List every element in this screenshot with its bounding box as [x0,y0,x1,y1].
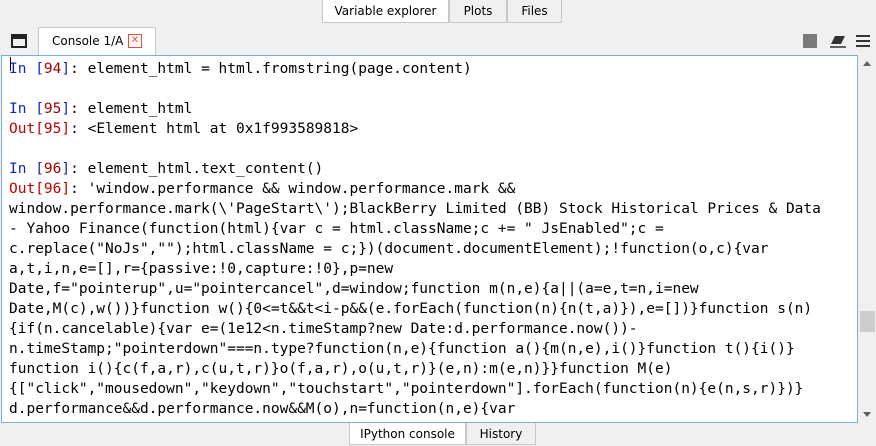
out-prompt: Out[ [9,121,44,137]
menu-icon[interactable] [856,35,870,47]
console-line: Date,f="pointerup",u="pointercancel",d=w… [9,279,857,299]
out-prompt: Out[ [9,181,44,197]
output-text: a,t,i,n,e=[],r={passive:!0,capture:!0},p… [9,261,394,277]
code-text: : element_html = html.fromstring(page.co… [70,61,472,77]
tab-files[interactable]: Files [507,0,562,23]
in-prompt-close: ] [61,61,71,77]
console-tab-bar: Console 1/A ✕ [0,27,876,55]
output-text: {["click","mousedown","keydown","touchst… [9,381,804,397]
output-text: function i(){c(f,a,r),c(u,t,r)}o(f,a,r),… [9,361,673,377]
tab-plots[interactable]: Plots [449,0,507,23]
output-text: {if(n.cancelable){var e=(1e12<n.timeStam… [9,321,638,337]
console-line: d.performance&&d.performance.now&&M(o),n… [9,399,857,419]
scrollbar-thumb[interactable] [860,311,875,332]
scroll-up-arrow-icon[interactable] [863,61,871,66]
ipython-console-output[interactable]: In [94]: element_html = html.fromstring(… [1,55,858,423]
top-tab-bar: Variable explorer Plots Files [0,0,876,24]
prompt-number: 94 [43,61,62,77]
console-line: function i(){c(f,a,r),c(u,t,r)}o(f,a,r),… [9,359,857,379]
scroll-down-arrow-icon[interactable] [863,412,871,417]
prompt-number: 95 [43,101,62,117]
output-text: c.replace("NoJs","");html.className = c;… [9,241,769,257]
in-prompt: In [ [9,61,44,77]
in-prompt-close: ] [61,101,71,117]
prompt-number: 96 [43,161,62,177]
output-text: - Yahoo Finance(function(html){var c = h… [9,221,664,237]
output-text: : 'window.performance && window.performa… [70,181,516,197]
stop-icon[interactable] [803,34,817,48]
console-tab-label: Console 1/A [52,34,124,48]
console-line: In [96]: element_html.text_content() [9,159,857,179]
prompt-number: 95 [43,121,62,137]
out-prompt-close: ] [61,181,71,197]
output-text: Date,f="pointerup",u="pointercancel",d=w… [9,281,699,297]
close-icon[interactable]: ✕ [128,34,142,48]
output-text: d.performance&&d.performance.now&&M(o),n… [9,401,516,417]
output-text: n.timeStamp;"pointerdown"===n.type?funct… [9,341,795,357]
console-line: Out[96]: 'window.performance && window.p… [9,179,857,199]
tab-variable-explorer[interactable]: Variable explorer [322,0,449,23]
console-line: Out[95]: <Element html at 0x1f993589818> [9,119,857,139]
console-line: a,t,i,n,e=[],r={passive:!0,capture:!0},p… [9,259,857,279]
in-prompt-close: ] [61,161,71,177]
bottom-tab-bar: IPython console History [0,423,876,446]
output-text: : <Element html at 0x1f993589818> [70,121,359,137]
text-cursor [10,57,11,71]
code-text: : element_html [70,101,193,117]
in-prompt: In [ [9,161,44,177]
console-line: In [95]: element_html [9,99,857,119]
console-line: In [94]: element_html = html.fromstring(… [9,59,857,79]
console-line: c.replace("NoJs","");html.className = c;… [9,239,857,259]
console-line: Date,M(c),w())}function w(){0<=t&&t<i-p&… [9,299,857,319]
console-line: - Yahoo Finance(function(html){var c = h… [9,219,857,239]
console-line: {if(n.cancelable){var e=(1e12<n.timeStam… [9,319,857,339]
prompt-number: 96 [43,181,62,197]
console-line: n.timeStamp;"pointerdown"===n.type?funct… [9,339,857,359]
code-text: : element_html.text_content() [70,161,324,177]
tab-console-1a[interactable]: Console 1/A ✕ [38,27,156,55]
in-prompt: In [ [9,101,44,117]
tab-history[interactable]: History [466,423,536,445]
out-prompt-close: ] [61,121,71,137]
console-scrollbar[interactable] [859,55,876,423]
window-icon[interactable] [11,34,27,48]
console-line: window.performance.mark(\'PageStart\');B… [9,199,857,219]
output-text: window.performance.mark(\'PageStart\');B… [9,201,821,217]
tab-ipython-console[interactable]: IPython console [349,423,466,445]
console-line: {["click","mousedown","keydown","touchst… [9,379,857,399]
eraser-icon[interactable] [829,33,847,49]
output-text: Date,M(c),w())}function w(){0<=t&&t<i-p&… [9,301,813,317]
console-text: In [94]: element_html = html.fromstring(… [2,56,857,419]
